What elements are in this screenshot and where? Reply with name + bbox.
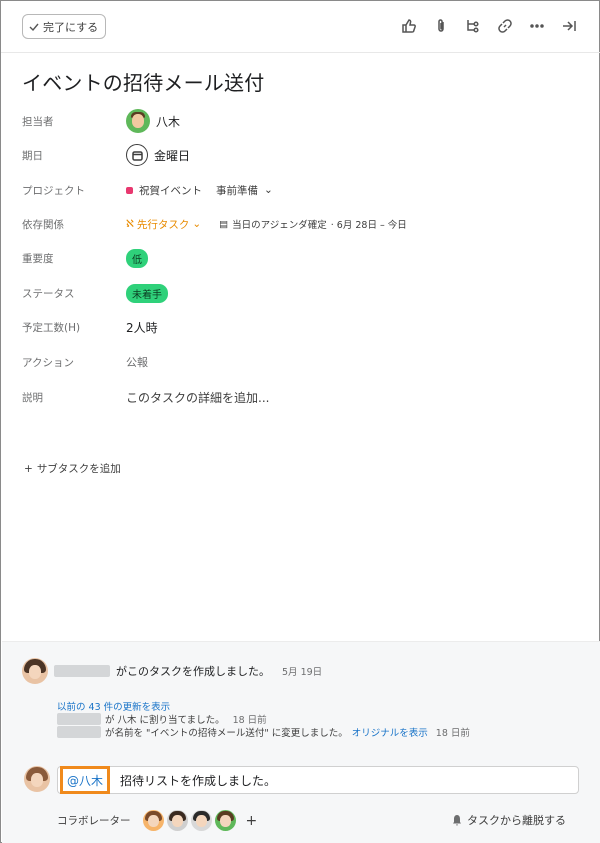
assignee-name: 八木 (156, 114, 181, 129)
related-task-dates: · 6月 28日 – 今日 (330, 220, 407, 231)
show-original-link[interactable]: オリジナルを表示 (352, 725, 428, 739)
collaborator-avatar[interactable] (166, 810, 188, 831)
add-collaborator-button[interactable]: + (246, 813, 258, 829)
activity-assigned: が 八木 に割り当てました。 18 日前 (57, 712, 267, 726)
add-subtask-label: サブタスクを追加 (36, 463, 121, 475)
field-dependency: 依存関係 ℵ 先行タスク ⌄ ▤ 当日のアジェンダ確定 · 6月 28日 – 今… (22, 210, 582, 238)
subtask-icon[interactable] (463, 16, 483, 36)
attachment-icon[interactable] (431, 16, 451, 36)
assignee-value[interactable]: 八木 (126, 109, 180, 133)
project-section[interactable]: 事前準備 (216, 183, 258, 198)
project-color-dot (126, 186, 133, 194)
status-label: ステータス (22, 287, 75, 300)
field-status: ステータス 未着手 (22, 279, 582, 307)
estimate-label: 予定工数(H) (22, 321, 81, 334)
due-label: 期日 (22, 149, 43, 162)
task-title[interactable]: イベントの招待メール送付 (22, 67, 264, 96)
due-value[interactable]: 金曜日 (126, 144, 190, 166)
field-description: 説明 このタスクの詳細を追加... (22, 383, 582, 411)
action-label: アクション (22, 356, 74, 369)
collaborator-avatars (142, 810, 236, 831)
dependency-value[interactable]: ℵ 先行タスク ⌄ ▤ 当日のアジェンダ確定 · 6月 28日 – 今日 (126, 217, 407, 232)
project-name[interactable]: 祝賀イベント (139, 183, 202, 198)
dependency-text: 先行タスク (136, 218, 190, 231)
task-detail-panel: 完了にする イベントの招待メール送付 担当者 八木 期日 金曜日 プロジェクト … (0, 0, 600, 843)
collaborators-label: コラボレーター (57, 815, 131, 827)
check-icon (29, 23, 39, 31)
field-due-date: 期日 金曜日 (22, 141, 582, 169)
plus-icon: + (24, 462, 33, 475)
priority-label: 重要度 (22, 252, 54, 265)
add-subtask-button[interactable]: + サブタスクを追加 (24, 461, 121, 476)
created-text: がこのタスクを作成しました。 (116, 665, 270, 678)
chevron-down-icon[interactable]: ⌄ (264, 184, 273, 196)
task-doc-icon: ▤ (219, 218, 229, 230)
toolbar-icons (399, 16, 579, 36)
project-label: プロジェクト (22, 184, 85, 197)
assignee-label: 担当者 (22, 115, 54, 128)
bell-icon (453, 815, 461, 826)
chevron-down-icon: ⌄ (192, 218, 202, 230)
task-toolbar: 完了にする (1, 1, 600, 53)
leave-task-button[interactable]: タスクから離脱する (451, 812, 566, 828)
calendar-icon (126, 144, 148, 166)
dependency-tag[interactable]: ℵ 先行タスク ⌄ (126, 217, 201, 232)
creator-name-redacted (54, 665, 110, 677)
actor-name-redacted (57, 713, 101, 725)
collaborators-row: コラボレーター + (57, 810, 257, 831)
activity-created: がこのタスクを作成しました。 5月 19日 (22, 658, 322, 684)
collaborator-avatar[interactable] (214, 810, 236, 831)
dependency-icon: ℵ (126, 218, 134, 230)
comment-input[interactable]: @八木 招待リストを作成しました。 (57, 766, 579, 794)
mention-chip[interactable]: @八木 (60, 766, 111, 794)
collaborator-avatar[interactable] (142, 810, 164, 831)
description-label: 説明 (22, 391, 43, 404)
renamed-time: 18 日前 (435, 728, 470, 739)
creator-avatar (22, 658, 48, 684)
status-value[interactable]: 未着手 (126, 283, 168, 303)
created-time: 5月 19日 (282, 667, 323, 678)
dependency-label: 依存関係 (22, 218, 64, 231)
project-value[interactable]: 祝賀イベント 事前準備 ⌄ (126, 183, 273, 198)
current-user-avatar (24, 766, 50, 792)
estimate-value[interactable]: 2人時 (126, 319, 158, 336)
description-input[interactable]: このタスクの詳細を追加... (126, 389, 269, 406)
activity-renamed: が名前を "イベントの招待メール送付" に変更しました。 オリジナルを表示 18… (57, 725, 470, 739)
assigned-time: 18 日前 (232, 715, 267, 726)
comment-text: 招待リストを作成しました。 (120, 773, 277, 788)
priority-pill: 低 (126, 248, 148, 268)
show-history-link[interactable]: 以前の 43 件の更新を表示 (57, 699, 170, 713)
status-pill: 未着手 (126, 283, 168, 303)
close-panel-icon[interactable] (559, 16, 579, 36)
field-project: プロジェクト 祝賀イベント 事前準備 ⌄ (22, 176, 582, 204)
collaborator-avatar[interactable] (190, 810, 212, 831)
field-assignee: 担当者 八木 (22, 107, 582, 135)
related-task[interactable]: ▤ 当日のアジェンダ確定 · 6月 28日 – 今日 (219, 217, 407, 232)
more-icon[interactable] (527, 16, 547, 36)
mark-complete-label: 完了にする (43, 20, 99, 34)
activity-section: がこのタスクを作成しました。 5月 19日 以前の 43 件の更新を表示 が 八… (2, 641, 600, 843)
mark-complete-button[interactable]: 完了にする (22, 14, 107, 39)
field-priority: 重要度 低 (22, 244, 582, 272)
priority-value[interactable]: 低 (126, 248, 148, 268)
field-action: アクション 公報 (22, 348, 582, 376)
link-icon[interactable] (495, 16, 515, 36)
field-estimate: 予定工数(H) 2人時 (22, 313, 582, 341)
thumbs-up-icon[interactable] (399, 16, 419, 36)
assigned-text: が 八木 に割り当てました。 (105, 715, 225, 726)
assignee-avatar (126, 109, 150, 133)
renamed-text: が名前を "イベントの招待メール送付" に変更しました。 (105, 728, 348, 739)
due-text: 金曜日 (154, 148, 191, 163)
action-value[interactable]: 公報 (126, 354, 148, 370)
leave-task-label: タスクから離脱する (467, 814, 566, 827)
related-task-name: 当日のアジェンダ確定 (232, 220, 327, 231)
actor-name-redacted (57, 726, 101, 738)
